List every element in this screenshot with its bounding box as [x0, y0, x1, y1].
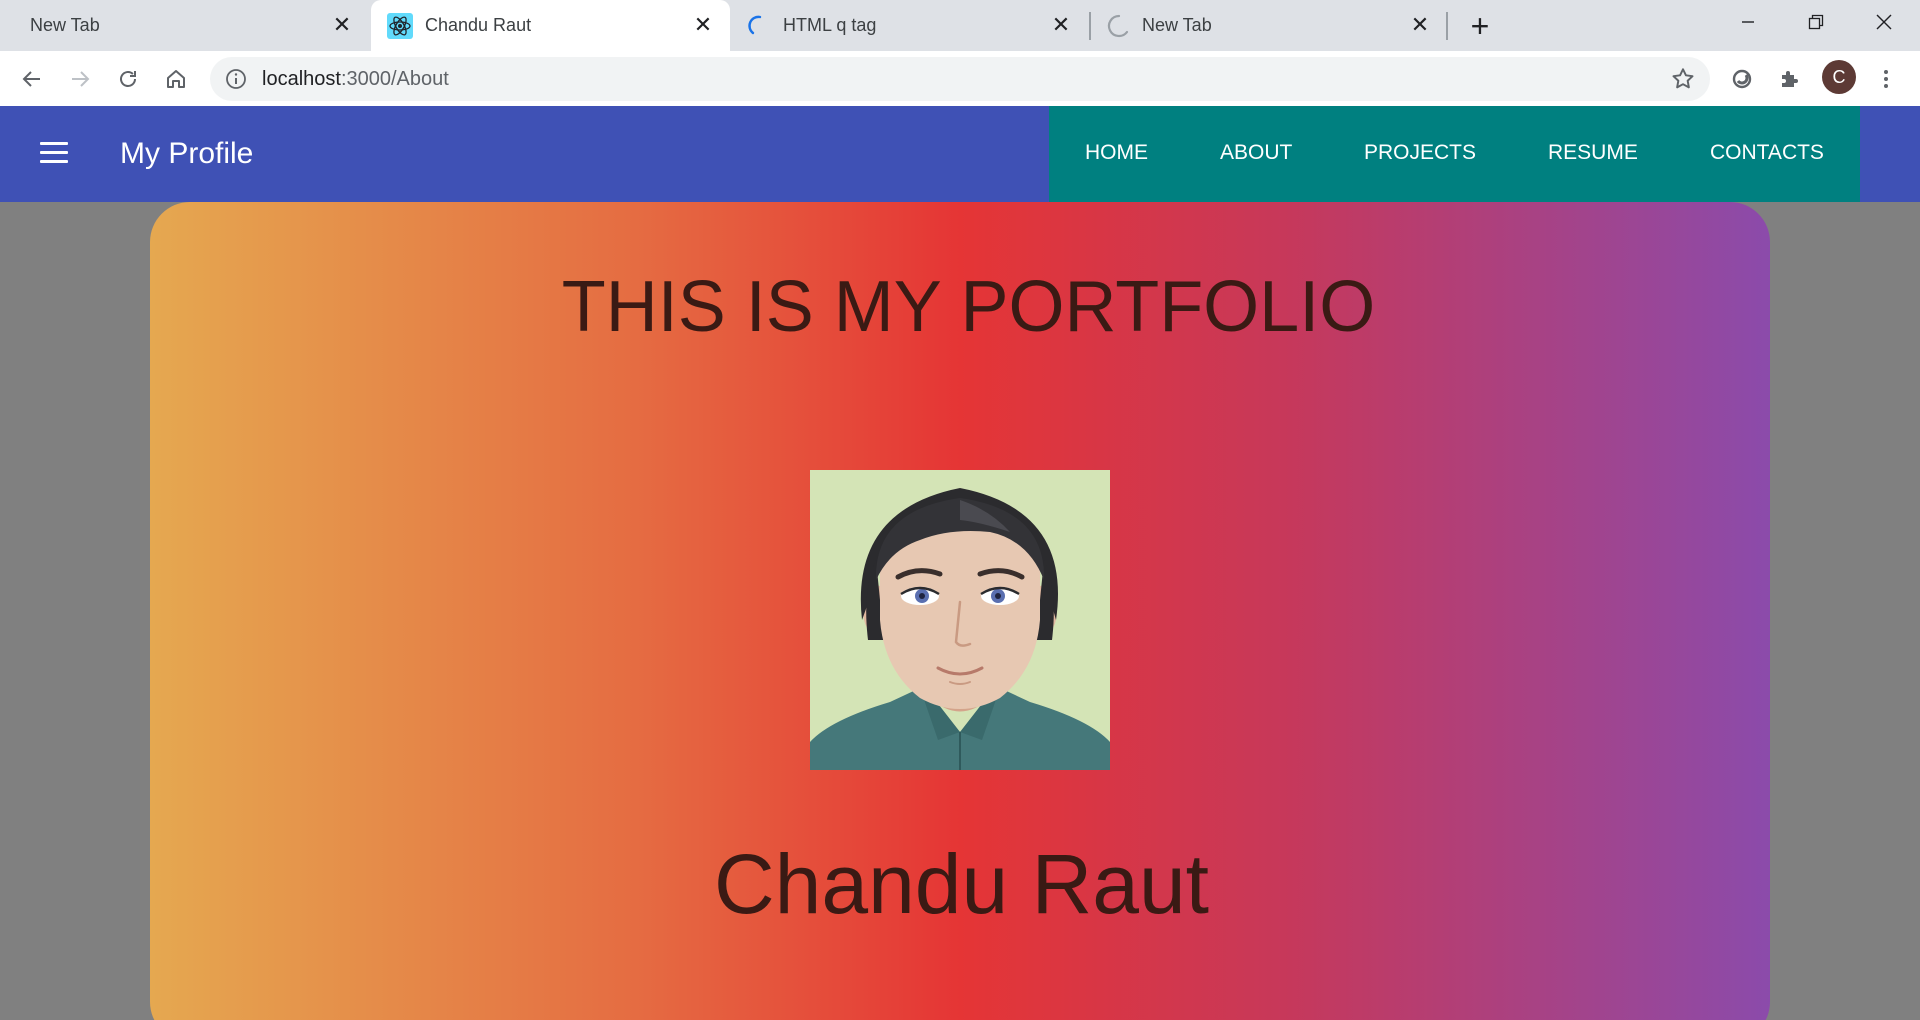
- close-window-button[interactable]: [1858, 4, 1910, 40]
- close-tab-icon[interactable]: ✕: [329, 12, 355, 38]
- url-text: localhost:3000/About: [262, 68, 449, 91]
- close-tab-icon[interactable]: ✕: [1407, 12, 1433, 38]
- close-icon: [1876, 14, 1892, 30]
- browser-tab-active[interactable]: Chandu Raut ✕: [371, 0, 730, 51]
- nav-about[interactable]: ABOUT: [1220, 141, 1292, 165]
- home-button[interactable]: [159, 62, 193, 96]
- tab-separator: [1446, 12, 1448, 40]
- arrow-right-icon: [72, 71, 90, 87]
- profile-name: Chandu Raut: [713, 837, 1210, 931]
- browser-tab[interactable]: New Tab ✕: [14, 0, 369, 51]
- menu-button[interactable]: [1869, 62, 1903, 96]
- restore-icon: [1808, 14, 1824, 30]
- browser-tab[interactable]: HTML q tag ✕: [731, 0, 1088, 51]
- browser-tab[interactable]: New Tab ✕: [1090, 0, 1447, 51]
- browser-tab-strip: New Tab ✕ Chandu Raut ✕ HTML q tag ✕ New…: [0, 0, 1920, 51]
- close-tab-icon[interactable]: ✕: [1048, 12, 1074, 38]
- app-bar: My Profile HOME ABOUT PROJECTS RESUME CO…: [0, 106, 1920, 202]
- url-path: :3000/About: [340, 68, 449, 90]
- info-icon[interactable]: [224, 67, 248, 91]
- kebab-menu-icon: [1884, 70, 1888, 88]
- extensions-button[interactable]: [1773, 62, 1807, 96]
- nav-contacts[interactable]: CONTACTS: [1710, 141, 1824, 165]
- hamburger-menu-icon[interactable]: [40, 142, 68, 166]
- address-bar[interactable]: localhost:3000/About: [210, 57, 1710, 101]
- profile-avatar-illustration: [810, 470, 1110, 770]
- browser-toolbar: localhost:3000/About C: [0, 51, 1920, 106]
- profile-avatar[interactable]: C: [1822, 60, 1856, 94]
- restore-button[interactable]: [1790, 4, 1842, 40]
- tab-title: New Tab: [1142, 15, 1212, 35]
- nav-resume[interactable]: RESUME: [1548, 141, 1638, 165]
- home-icon: [167, 70, 185, 88]
- forward-button[interactable]: [63, 62, 97, 96]
- url-host: localhost: [262, 68, 341, 90]
- minimize-icon: [1742, 21, 1754, 23]
- back-button[interactable]: [15, 62, 49, 96]
- react-icon: [387, 13, 413, 39]
- nav-menu: HOME ABOUT PROJECTS RESUME CONTACTS: [1049, 106, 1860, 202]
- close-tab-icon[interactable]: ✕: [690, 12, 716, 38]
- new-tab-button[interactable]: +: [1463, 8, 1497, 44]
- tab-title: Chandu Raut: [425, 15, 532, 35]
- reload-icon: [120, 71, 136, 87]
- extension-circle-icon: [1732, 69, 1752, 89]
- arrow-left-icon: [22, 71, 40, 87]
- tab-title: New Tab: [30, 15, 100, 35]
- nav-projects[interactable]: PROJECTS: [1364, 141, 1476, 165]
- loading-spinner-icon: [748, 15, 762, 35]
- hero-card: THIS IS MY PORTFOLIO Chandu Raut: [150, 202, 1770, 1020]
- app-title: My Profile: [120, 137, 254, 170]
- puzzle-icon: [1782, 71, 1798, 87]
- minimize-button[interactable]: [1722, 4, 1774, 40]
- tab-title: HTML q tag: [783, 15, 877, 35]
- nav-home[interactable]: HOME: [1085, 141, 1148, 165]
- loading-spinner-icon: [1107, 14, 1129, 38]
- reload-button[interactable]: [111, 62, 145, 96]
- star-icon[interactable]: [1670, 66, 1696, 92]
- hero-title: THIS IS MY PORTFOLIO: [561, 267, 1376, 347]
- extension-button[interactable]: [1725, 62, 1759, 96]
